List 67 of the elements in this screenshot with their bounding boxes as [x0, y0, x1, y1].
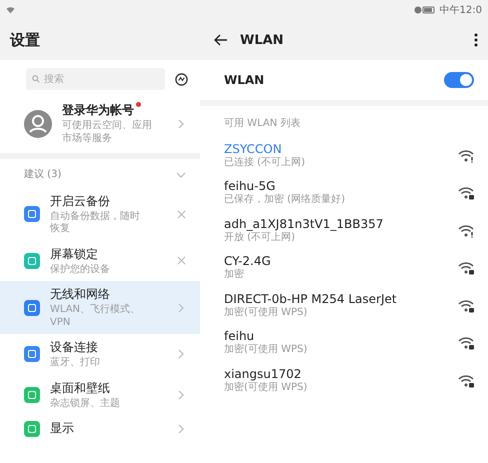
network-item[interactable]: ZSYCCON 已连接 (不可上网) [200, 136, 488, 174]
settings-item[interactable]: 屏幕锁定 保护您的设备 [0, 240, 200, 281]
network-status: 已保存，加密 (网络质量好) [224, 194, 346, 206]
wifi-lock-icon [458, 298, 474, 313]
network-name: adh_a1XJ81n3tV1_1BB357 [224, 216, 384, 230]
search-icon [32, 75, 40, 83]
settings-item[interactable]: 开启云备份 自动备份数据，随时恢复 [0, 188, 200, 240]
item-title: 无线和网络 [50, 286, 111, 303]
chevron-right-icon [176, 390, 186, 400]
settings-item[interactable]: 桌面和壁纸 杂志锁屏、主题 [0, 374, 200, 415]
network-status: 已连接 (不可上网) [224, 156, 306, 169]
settings-item[interactable]: 无线和网络 WLAN、飞行模式、VPN [0, 281, 200, 334]
network-name: ZSYCCON [224, 142, 283, 156]
back-arrow-icon[interactable] [214, 34, 228, 46]
network-status: 加密 [224, 269, 245, 282]
wifi-lock-icon [458, 260, 474, 276]
page-title: WLAN [240, 32, 285, 48]
network-item[interactable]: DIRECT-0b-HP M254 LaserJet 加密(可使用 WPS) [200, 286, 488, 324]
network-item[interactable]: feihu-5G 已保存，加密 (网络质量好) [200, 174, 488, 212]
network-status: 开放 (不可上网) [224, 232, 296, 244]
network-name: feihu-5G [224, 179, 276, 193]
item-subtitle: 自动备份数据，随时恢复 [50, 210, 141, 236]
network-status: 加密(可使用 WPS) [224, 344, 308, 356]
network-name: xiangsu1702 [224, 366, 302, 380]
wlan-label: WLAN [224, 73, 266, 87]
item-subtitle: WLAN、飞行模式、VPN [50, 304, 142, 329]
avatar-icon [24, 110, 52, 138]
wifi-lock-icon [458, 335, 474, 350]
item-title: 桌面和壁纸 [50, 380, 111, 396]
chevron-right-icon [176, 424, 186, 434]
account-row[interactable]: 登录华为帐号 可使用云空间、应用市场等服务 [0, 96, 200, 153]
network-item[interactable]: adh_a1XJ81n3tV1_1BB357 开放 (不可上网) [200, 212, 488, 249]
item-title: 设备连接 [50, 339, 99, 356]
network-name: DIRECT-0b-HP M254 LaserJet [224, 292, 398, 306]
network-name: CY-2.4G [224, 254, 272, 268]
network-name: feihu [224, 329, 256, 343]
chevron-down-icon [176, 170, 186, 180]
item-subtitle: 蓝牙、打印 [50, 357, 101, 370]
more-icon[interactable] [474, 33, 478, 47]
network-item[interactable]: feihu 加密(可使用 WPS) [200, 324, 488, 362]
chevron-right-icon [176, 118, 186, 128]
wifi-alert-icon [458, 222, 474, 238]
wifi-alert-icon [458, 148, 474, 163]
network-item[interactable]: xiangsu1702 加密(可使用 WPS) [200, 362, 488, 399]
item-title: 开启云备份 [50, 192, 111, 210]
chevron-right-icon [176, 302, 186, 312]
item-title: 显示 [50, 420, 75, 437]
status-time: 中午12:0 [440, 4, 482, 17]
settings-item[interactable]: 显示 [0, 415, 200, 442]
wifi-icon [6, 6, 15, 14]
status-icons [414, 6, 436, 14]
item-subtitle: 杂志锁屏、主题 [50, 398, 121, 410]
wifi-lock-icon [458, 372, 474, 388]
item-title: 屏幕锁定 [50, 246, 99, 262]
network-status: 加密(可使用 WPS) [224, 306, 308, 319]
wlan-switch[interactable] [444, 72, 474, 88]
network-item[interactable]: CY-2.4G 加密 [200, 249, 488, 286]
wifi-lock-icon [458, 185, 474, 200]
section-label: 可用 WLAN 列表 [224, 118, 300, 130]
account-subtitle: 可使用云空间、应用市场等服务 [62, 120, 152, 145]
item-subtitle: 保护您的设备 [50, 264, 111, 276]
settings-item[interactable]: 设备连接 蓝牙、打印 [0, 334, 200, 374]
account-title: 登录华为帐号 [62, 102, 134, 119]
settings-title: 设置 [10, 30, 40, 50]
chevron-right-icon [176, 349, 186, 360]
network-status: 加密(可使用 WPS) [224, 382, 308, 394]
section-label: 建议 (3) [24, 169, 62, 182]
